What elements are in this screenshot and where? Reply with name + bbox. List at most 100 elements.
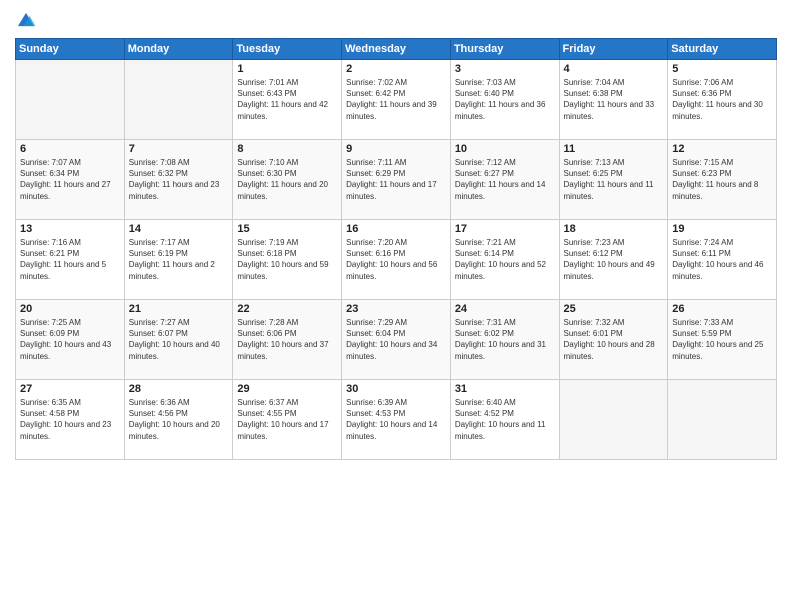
calendar-cell: 1 Sunrise: 7:01 AMSunset: 6:43 PMDaylight… [233, 60, 342, 140]
calendar-cell: 30Sunrise: 6:39 AMSunset: 4:53 PMDayligh… [342, 380, 451, 460]
calendar-cell: 22 Sunrise: 7:28 AMSunset: 6:06 PMDayligh… [233, 300, 342, 380]
day-number: 3 [455, 63, 555, 75]
day-detail: Sunrise: 7:19 AMSunset: 6:18 PMDaylight:… [237, 237, 337, 282]
calendar-cell: 7 Sunrise: 7:08 AMSunset: 6:32 PMDaylight… [124, 140, 233, 220]
calendar-cell: 20 Sunrise: 7:25 AMSunset: 6:09 PMDayligh… [16, 300, 125, 380]
day-number: 14 [129, 223, 229, 235]
day-number: 2 [346, 63, 446, 75]
calendar-cell: 10Sunrise: 7:12 AMSunset: 6:27 PMDayligh… [450, 140, 559, 220]
calendar-cell [124, 60, 233, 140]
calendar-cell: 21 Sunrise: 7:27 AMSunset: 6:07 PMDayligh… [124, 300, 233, 380]
calendar-cell [559, 380, 668, 460]
day-detail: Sunrise: 7:12 AMSunset: 6:27 PMDaylight:… [455, 157, 555, 202]
calendar-cell: 3 Sunrise: 7:03 AMSunset: 6:40 PMDaylight… [450, 60, 559, 140]
day-number: 23 [346, 303, 446, 315]
header [15, 10, 777, 32]
day-number: 16 [346, 223, 446, 235]
calendar-cell: 29 Sunrise: 6:37 AMSunset: 4:55 PMDayligh… [233, 380, 342, 460]
logo [15, 10, 41, 32]
calendar-cell: 11 Sunrise: 7:13 AMSunset: 6:25 PMDayligh… [559, 140, 668, 220]
calendar-cell: 13 Sunrise: 7:16 AMSunset: 6:21 PMDayligh… [16, 220, 125, 300]
day-detail: Sunrise: 6:36 AMSunset: 4:56 PMDaylight:… [129, 397, 229, 442]
day-detail: Sunrise: 6:40 AMSunset: 4:52 PMDaylight:… [455, 397, 555, 442]
day-detail: Sunrise: 7:03 AMSunset: 6:40 PMDaylight:… [455, 77, 555, 122]
col-header-thursday: Thursday [450, 39, 559, 60]
calendar-cell: 9 Sunrise: 7:11 AMSunset: 6:29 PMDaylight… [342, 140, 451, 220]
day-detail: Sunrise: 7:01 AMSunset: 6:43 PMDaylight:… [237, 77, 337, 122]
day-number: 7 [129, 143, 229, 155]
logo-icon [15, 10, 37, 32]
day-number: 4 [564, 63, 664, 75]
day-number: 19 [672, 223, 772, 235]
calendar-table: SundayMondayTuesdayWednesdayThursdayFrid… [15, 38, 777, 460]
day-detail: Sunrise: 7:23 AMSunset: 6:12 PMDaylight:… [564, 237, 664, 282]
day-number: 12 [672, 143, 772, 155]
calendar-cell: 19Sunrise: 7:24 AMSunset: 6:11 PMDayligh… [668, 220, 777, 300]
day-detail: Sunrise: 7:29 AMSunset: 6:04 PMDaylight:… [346, 317, 446, 362]
calendar-cell: 18 Sunrise: 7:23 AMSunset: 6:12 PMDayligh… [559, 220, 668, 300]
day-detail: Sunrise: 7:06 AMSunset: 6:36 PMDaylight:… [672, 77, 772, 122]
col-header-friday: Friday [559, 39, 668, 60]
day-detail: Sunrise: 7:32 AMSunset: 6:01 PMDaylight:… [564, 317, 664, 362]
day-number: 1 [237, 63, 337, 75]
week-row-2: 6 Sunrise: 7:07 AMSunset: 6:34 PMDaylight… [16, 140, 777, 220]
day-number: 20 [20, 303, 120, 315]
calendar-cell: 27 Sunrise: 6:35 AMSunset: 4:58 PMDayligh… [16, 380, 125, 460]
day-detail: Sunrise: 7:16 AMSunset: 6:21 PMDaylight:… [20, 237, 120, 282]
day-number: 29 [237, 383, 337, 395]
calendar-cell: 24Sunrise: 7:31 AMSunset: 6:02 PMDayligh… [450, 300, 559, 380]
day-number: 24 [455, 303, 555, 315]
day-detail: Sunrise: 7:13 AMSunset: 6:25 PMDaylight:… [564, 157, 664, 202]
day-number: 5 [672, 63, 772, 75]
calendar-cell: 14 Sunrise: 7:17 AMSunset: 6:19 PMDayligh… [124, 220, 233, 300]
day-number: 9 [346, 143, 446, 155]
calendar-cell: 15 Sunrise: 7:19 AMSunset: 6:18 PMDayligh… [233, 220, 342, 300]
calendar-cell: 5 Sunrise: 7:06 AMSunset: 6:36 PMDaylight… [668, 60, 777, 140]
day-detail: Sunrise: 7:17 AMSunset: 6:19 PMDaylight:… [129, 237, 229, 282]
calendar-cell: 25 Sunrise: 7:32 AMSunset: 6:01 PMDayligh… [559, 300, 668, 380]
day-number: 13 [20, 223, 120, 235]
calendar-cell: 12 Sunrise: 7:15 AMSunset: 6:23 PMDayligh… [668, 140, 777, 220]
day-number: 21 [129, 303, 229, 315]
day-detail: Sunrise: 7:15 AMSunset: 6:23 PMDaylight:… [672, 157, 772, 202]
day-number: 25 [564, 303, 664, 315]
day-detail: Sunrise: 7:02 AMSunset: 6:42 PMDaylight:… [346, 77, 446, 122]
calendar-header-row: SundayMondayTuesdayWednesdayThursdayFrid… [16, 39, 777, 60]
day-number: 17 [455, 223, 555, 235]
calendar-cell: 26Sunrise: 7:33 AMSunset: 5:59 PMDayligh… [668, 300, 777, 380]
calendar-cell: 23 Sunrise: 7:29 AMSunset: 6:04 PMDayligh… [342, 300, 451, 380]
day-detail: Sunrise: 7:20 AMSunset: 6:16 PMDaylight:… [346, 237, 446, 282]
day-number: 18 [564, 223, 664, 235]
day-number: 11 [564, 143, 664, 155]
day-detail: Sunrise: 7:27 AMSunset: 6:07 PMDaylight:… [129, 317, 229, 362]
calendar-cell: 31 Sunrise: 6:40 AMSunset: 4:52 PMDayligh… [450, 380, 559, 460]
day-detail: Sunrise: 7:28 AMSunset: 6:06 PMDaylight:… [237, 317, 337, 362]
day-number: 15 [237, 223, 337, 235]
day-number: 22 [237, 303, 337, 315]
calendar-cell: 16 Sunrise: 7:20 AMSunset: 6:16 PMDayligh… [342, 220, 451, 300]
col-header-wednesday: Wednesday [342, 39, 451, 60]
day-detail: Sunrise: 6:37 AMSunset: 4:55 PMDaylight:… [237, 397, 337, 442]
day-detail: Sunrise: 6:35 AMSunset: 4:58 PMDaylight:… [20, 397, 120, 442]
col-header-sunday: Sunday [16, 39, 125, 60]
week-row-5: 27 Sunrise: 6:35 AMSunset: 4:58 PMDayligh… [16, 380, 777, 460]
col-header-tuesday: Tuesday [233, 39, 342, 60]
day-number: 30 [346, 383, 446, 395]
calendar-cell: 8Sunrise: 7:10 AMSunset: 6:30 PMDaylight… [233, 140, 342, 220]
day-detail: Sunrise: 7:10 AMSunset: 6:30 PMDaylight:… [237, 157, 337, 202]
day-detail: Sunrise: 7:11 AMSunset: 6:29 PMDaylight:… [346, 157, 446, 202]
day-detail: Sunrise: 7:25 AMSunset: 6:09 PMDaylight:… [20, 317, 120, 362]
week-row-3: 13 Sunrise: 7:16 AMSunset: 6:21 PMDayligh… [16, 220, 777, 300]
day-number: 27 [20, 383, 120, 395]
calendar-cell [16, 60, 125, 140]
week-row-4: 20 Sunrise: 7:25 AMSunset: 6:09 PMDayligh… [16, 300, 777, 380]
day-detail: Sunrise: 7:07 AMSunset: 6:34 PMDaylight:… [20, 157, 120, 202]
day-number: 6 [20, 143, 120, 155]
day-detail: Sunrise: 7:08 AMSunset: 6:32 PMDaylight:… [129, 157, 229, 202]
col-header-saturday: Saturday [668, 39, 777, 60]
calendar-cell: 2 Sunrise: 7:02 AMSunset: 6:42 PMDaylight… [342, 60, 451, 140]
day-detail: Sunrise: 7:33 AMSunset: 5:59 PMDaylight:… [672, 317, 772, 362]
page: SundayMondayTuesdayWednesdayThursdayFrid… [0, 0, 792, 612]
day-number: 31 [455, 383, 555, 395]
calendar-cell [668, 380, 777, 460]
